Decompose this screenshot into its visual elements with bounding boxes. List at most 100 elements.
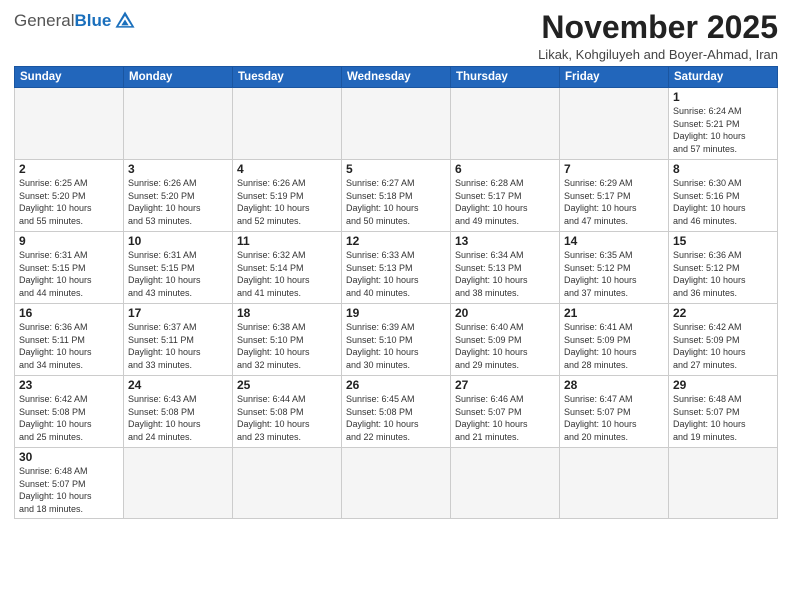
empty-cell [560, 88, 669, 160]
day-cell-12: 12Sunrise: 6:33 AMSunset: 5:13 PMDayligh… [342, 232, 451, 304]
empty-cell [233, 448, 342, 518]
day-cell-16: 16Sunrise: 6:36 AMSunset: 5:11 PMDayligh… [15, 304, 124, 376]
day-number: 29 [673, 378, 773, 392]
day-info: Sunrise: 6:38 AMSunset: 5:10 PMDaylight:… [237, 321, 337, 371]
day-number: 16 [19, 306, 119, 320]
day-number: 19 [346, 306, 446, 320]
day-info: Sunrise: 6:33 AMSunset: 5:13 PMDaylight:… [346, 249, 446, 299]
day-info: Sunrise: 6:45 AMSunset: 5:08 PMDaylight:… [346, 393, 446, 443]
day-number: 20 [455, 306, 555, 320]
empty-cell [342, 448, 451, 518]
day-cell-14: 14Sunrise: 6:35 AMSunset: 5:12 PMDayligh… [560, 232, 669, 304]
header-wednesday: Wednesday [342, 67, 451, 88]
day-number: 5 [346, 162, 446, 176]
day-info: Sunrise: 6:46 AMSunset: 5:07 PMDaylight:… [455, 393, 555, 443]
day-number: 30 [19, 450, 119, 464]
day-info: Sunrise: 6:41 AMSunset: 5:09 PMDaylight:… [564, 321, 664, 371]
day-number: 27 [455, 378, 555, 392]
day-cell-22: 22Sunrise: 6:42 AMSunset: 5:09 PMDayligh… [669, 304, 778, 376]
week-row-6: 30Sunrise: 6:48 AMSunset: 5:07 PMDayligh… [15, 448, 778, 518]
day-info: Sunrise: 6:34 AMSunset: 5:13 PMDaylight:… [455, 249, 555, 299]
day-cell-26: 26Sunrise: 6:45 AMSunset: 5:08 PMDayligh… [342, 376, 451, 448]
day-info: Sunrise: 6:39 AMSunset: 5:10 PMDaylight:… [346, 321, 446, 371]
week-row-2: 2Sunrise: 6:25 AMSunset: 5:20 PMDaylight… [15, 160, 778, 232]
day-info: Sunrise: 6:28 AMSunset: 5:17 PMDaylight:… [455, 177, 555, 227]
day-info: Sunrise: 6:40 AMSunset: 5:09 PMDaylight:… [455, 321, 555, 371]
day-info: Sunrise: 6:37 AMSunset: 5:11 PMDaylight:… [128, 321, 228, 371]
empty-cell [669, 448, 778, 518]
day-number: 9 [19, 234, 119, 248]
weekday-header-row: Sunday Monday Tuesday Wednesday Thursday… [15, 67, 778, 88]
day-number: 2 [19, 162, 119, 176]
day-info: Sunrise: 6:32 AMSunset: 5:14 PMDaylight:… [237, 249, 337, 299]
empty-cell [342, 88, 451, 160]
day-cell-11: 11Sunrise: 6:32 AMSunset: 5:14 PMDayligh… [233, 232, 342, 304]
week-row-5: 23Sunrise: 6:42 AMSunset: 5:08 PMDayligh… [15, 376, 778, 448]
day-cell-5: 5Sunrise: 6:27 AMSunset: 5:18 PMDaylight… [342, 160, 451, 232]
logo-area: General Blue [14, 10, 136, 32]
empty-cell [124, 88, 233, 160]
calendar: Sunday Monday Tuesday Wednesday Thursday… [14, 66, 778, 518]
day-number: 23 [19, 378, 119, 392]
header-sunday: Sunday [15, 67, 124, 88]
day-cell-29: 29Sunrise: 6:48 AMSunset: 5:07 PMDayligh… [669, 376, 778, 448]
day-number: 26 [346, 378, 446, 392]
day-cell-30: 30Sunrise: 6:48 AMSunset: 5:07 PMDayligh… [15, 448, 124, 518]
empty-cell [451, 448, 560, 518]
day-info: Sunrise: 6:24 AMSunset: 5:21 PMDaylight:… [673, 105, 773, 155]
week-row-1: 1Sunrise: 6:24 AMSunset: 5:21 PMDaylight… [15, 88, 778, 160]
day-number: 25 [237, 378, 337, 392]
day-cell-17: 17Sunrise: 6:37 AMSunset: 5:11 PMDayligh… [124, 304, 233, 376]
header-thursday: Thursday [451, 67, 560, 88]
day-info: Sunrise: 6:43 AMSunset: 5:08 PMDaylight:… [128, 393, 228, 443]
day-cell-4: 4Sunrise: 6:26 AMSunset: 5:19 PMDaylight… [233, 160, 342, 232]
day-cell-7: 7Sunrise: 6:29 AMSunset: 5:17 PMDaylight… [560, 160, 669, 232]
day-cell-25: 25Sunrise: 6:44 AMSunset: 5:08 PMDayligh… [233, 376, 342, 448]
day-info: Sunrise: 6:25 AMSunset: 5:20 PMDaylight:… [19, 177, 119, 227]
day-cell-3: 3Sunrise: 6:26 AMSunset: 5:20 PMDaylight… [124, 160, 233, 232]
day-number: 13 [455, 234, 555, 248]
day-info: Sunrise: 6:36 AMSunset: 5:12 PMDaylight:… [673, 249, 773, 299]
day-cell-15: 15Sunrise: 6:36 AMSunset: 5:12 PMDayligh… [669, 232, 778, 304]
day-cell-23: 23Sunrise: 6:42 AMSunset: 5:08 PMDayligh… [15, 376, 124, 448]
day-info: Sunrise: 6:35 AMSunset: 5:12 PMDaylight:… [564, 249, 664, 299]
day-info: Sunrise: 6:48 AMSunset: 5:07 PMDaylight:… [19, 465, 119, 515]
day-cell-10: 10Sunrise: 6:31 AMSunset: 5:15 PMDayligh… [124, 232, 233, 304]
week-row-4: 16Sunrise: 6:36 AMSunset: 5:11 PMDayligh… [15, 304, 778, 376]
empty-cell [560, 448, 669, 518]
day-cell-8: 8Sunrise: 6:30 AMSunset: 5:16 PMDaylight… [669, 160, 778, 232]
day-cell-27: 27Sunrise: 6:46 AMSunset: 5:07 PMDayligh… [451, 376, 560, 448]
empty-cell [233, 88, 342, 160]
day-number: 12 [346, 234, 446, 248]
page: General Blue November 2025 Likak, Kohgil… [0, 0, 792, 612]
day-number: 28 [564, 378, 664, 392]
day-number: 4 [237, 162, 337, 176]
day-number: 7 [564, 162, 664, 176]
day-info: Sunrise: 6:44 AMSunset: 5:08 PMDaylight:… [237, 393, 337, 443]
day-info: Sunrise: 6:27 AMSunset: 5:18 PMDaylight:… [346, 177, 446, 227]
day-info: Sunrise: 6:31 AMSunset: 5:15 PMDaylight:… [128, 249, 228, 299]
week-row-3: 9Sunrise: 6:31 AMSunset: 5:15 PMDaylight… [15, 232, 778, 304]
day-info: Sunrise: 6:30 AMSunset: 5:16 PMDaylight:… [673, 177, 773, 227]
day-number: 22 [673, 306, 773, 320]
logo: General Blue [14, 10, 136, 32]
day-number: 17 [128, 306, 228, 320]
logo-blue: Blue [74, 11, 111, 31]
day-info: Sunrise: 6:31 AMSunset: 5:15 PMDaylight:… [19, 249, 119, 299]
day-info: Sunrise: 6:29 AMSunset: 5:17 PMDaylight:… [564, 177, 664, 227]
header-monday: Monday [124, 67, 233, 88]
logo-general: General [14, 11, 74, 31]
day-cell-20: 20Sunrise: 6:40 AMSunset: 5:09 PMDayligh… [451, 304, 560, 376]
day-cell-1: 1Sunrise: 6:24 AMSunset: 5:21 PMDaylight… [669, 88, 778, 160]
empty-cell [124, 448, 233, 518]
day-number: 14 [564, 234, 664, 248]
day-cell-24: 24Sunrise: 6:43 AMSunset: 5:08 PMDayligh… [124, 376, 233, 448]
day-number: 11 [237, 234, 337, 248]
day-cell-28: 28Sunrise: 6:47 AMSunset: 5:07 PMDayligh… [560, 376, 669, 448]
empty-cell [15, 88, 124, 160]
day-number: 18 [237, 306, 337, 320]
day-info: Sunrise: 6:36 AMSunset: 5:11 PMDaylight:… [19, 321, 119, 371]
day-cell-18: 18Sunrise: 6:38 AMSunset: 5:10 PMDayligh… [233, 304, 342, 376]
day-number: 24 [128, 378, 228, 392]
day-info: Sunrise: 6:42 AMSunset: 5:08 PMDaylight:… [19, 393, 119, 443]
